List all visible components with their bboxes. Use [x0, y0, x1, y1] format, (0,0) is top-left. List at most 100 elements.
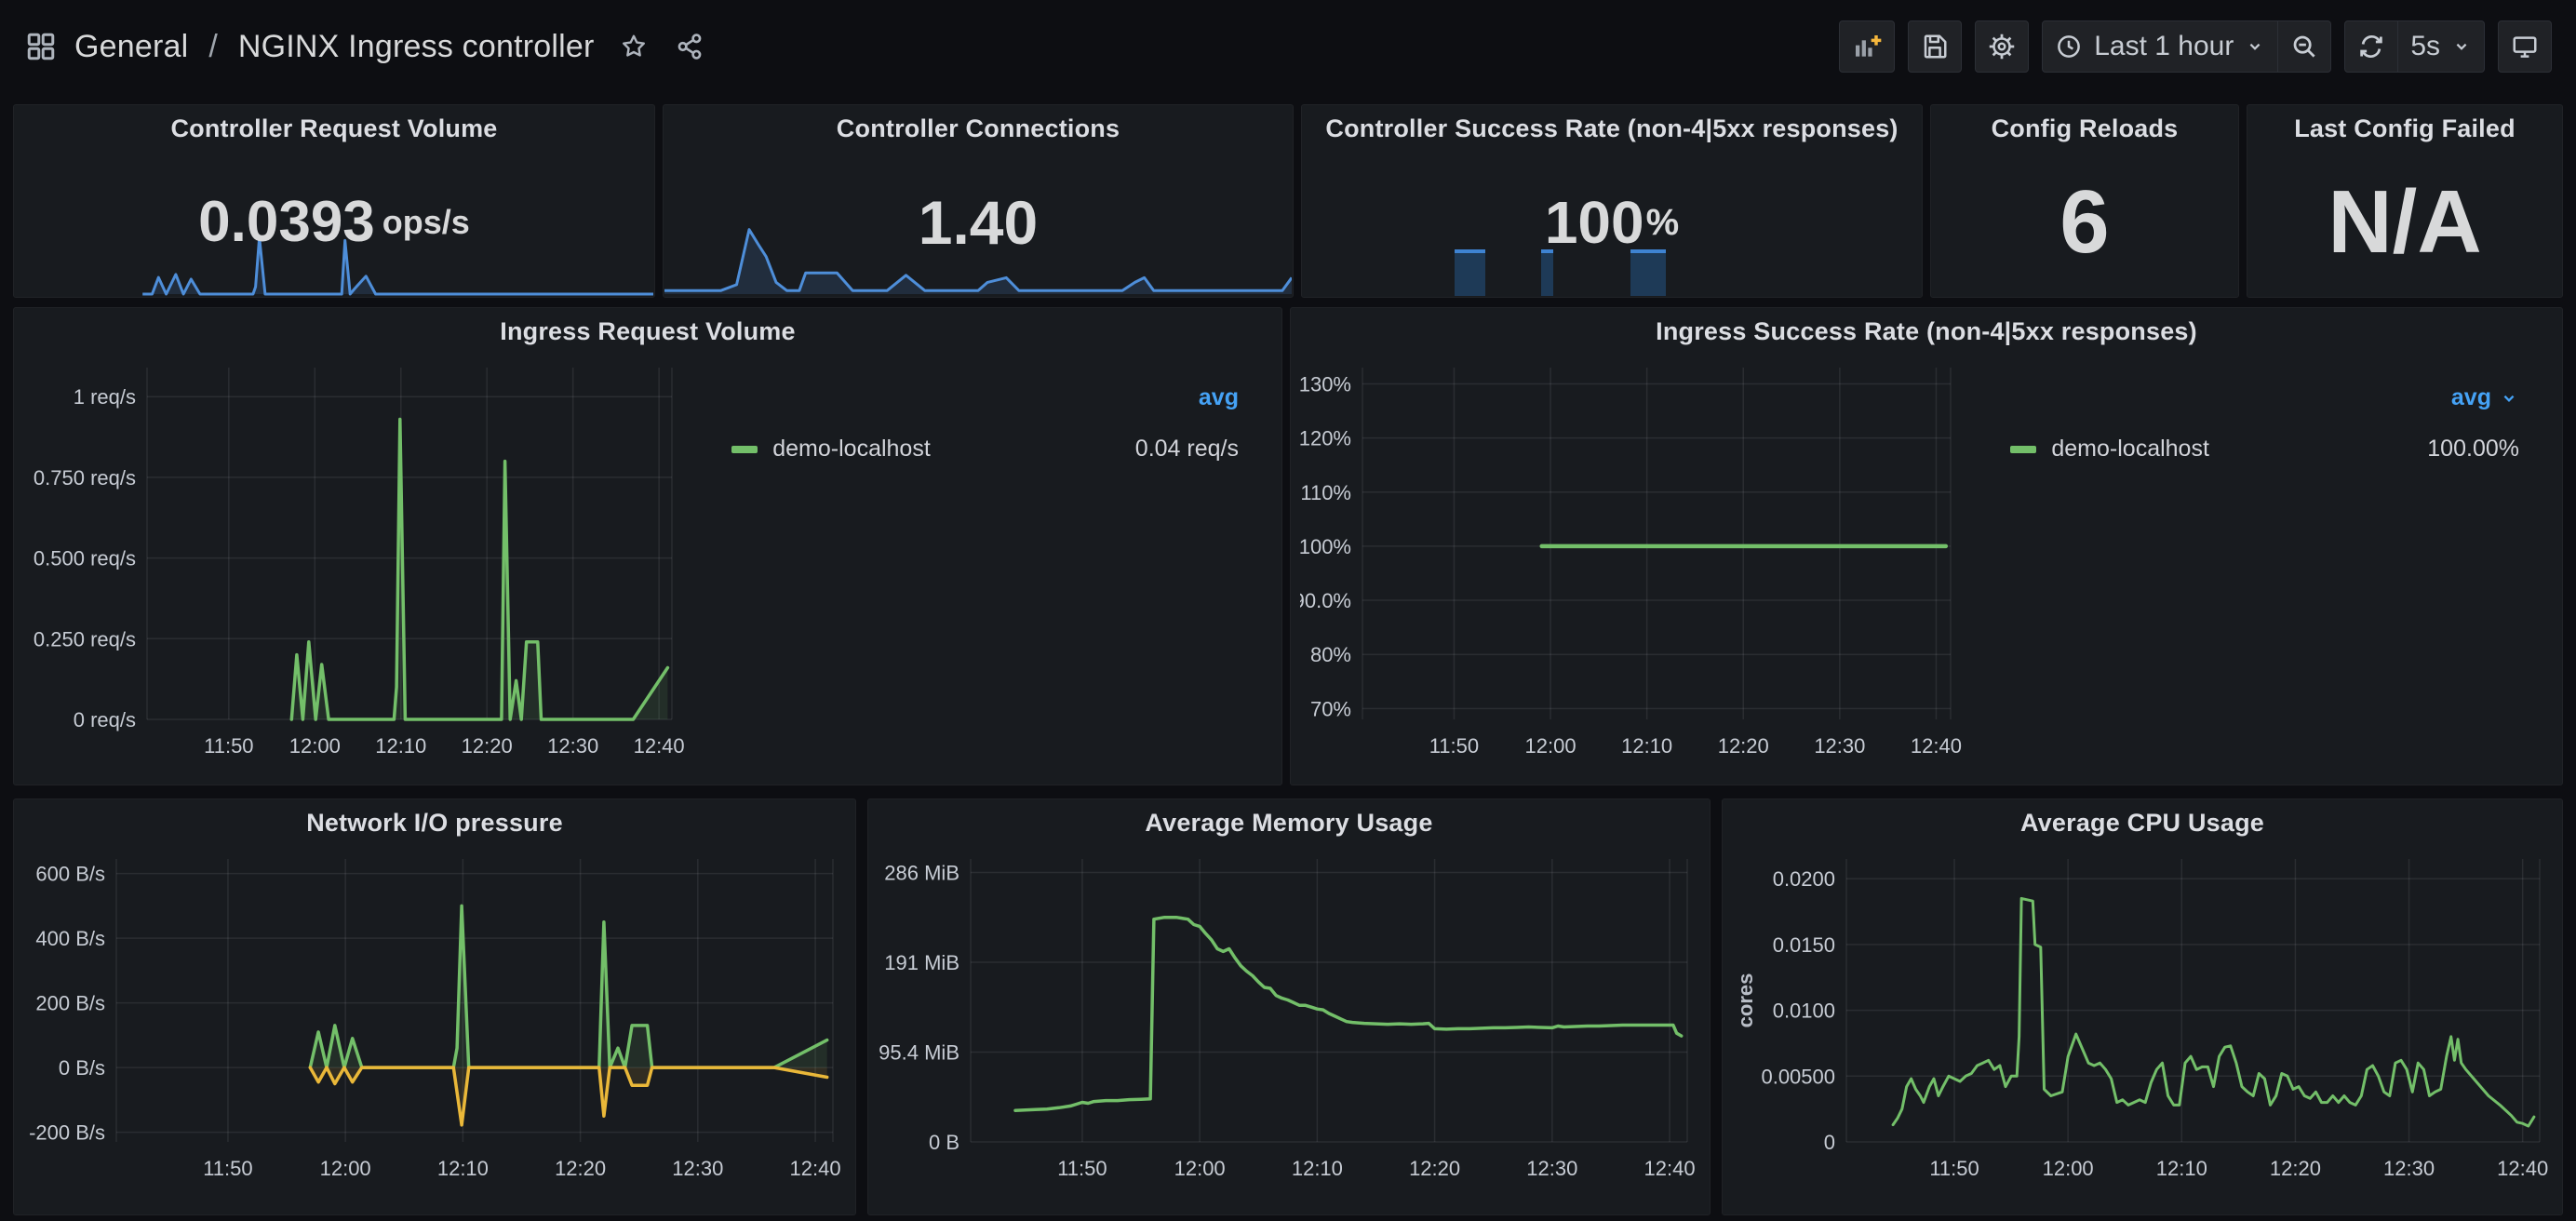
series-swatch — [731, 446, 758, 453]
refresh-controls: 5s — [2344, 20, 2485, 73]
panel-config-reloads: Config Reloads 6 — [1930, 104, 2239, 298]
grafana-dashboard: { "colors": { "green": "#73BF69", "yello… — [0, 0, 2576, 1221]
svg-text:11:50: 11:50 — [1929, 1157, 1979, 1180]
save-dashboard-button[interactable] — [1908, 20, 1962, 73]
svg-text:0.0150: 0.0150 — [1773, 933, 1835, 957]
svg-text:600 B/s: 600 B/s — [35, 863, 105, 886]
panel-title[interactable]: Average Memory Usage — [868, 809, 1710, 838]
svg-text:0.500 req/s: 0.500 req/s — [34, 547, 136, 570]
refresh-interval-picker[interactable]: 5s — [2398, 20, 2485, 73]
series-value: 0.04 req/s — [1135, 436, 1239, 463]
series-swatch — [2010, 446, 2036, 453]
svg-text:12:40: 12:40 — [634, 734, 685, 758]
time-range-label: Last 1 hour — [2094, 31, 2234, 62]
svg-text:400 B/s: 400 B/s — [35, 927, 105, 950]
stat-value: 100 % — [1302, 105, 1922, 297]
cycle-view-mode-button[interactable] — [2498, 20, 2552, 73]
panel-network-io-pressure: Network I/O pressure 11:5012:0012:1012:2… — [13, 798, 856, 1215]
breadcrumb-separator: / — [208, 29, 217, 65]
svg-text:130%: 130% — [1300, 372, 1351, 396]
clock-icon — [2055, 33, 2083, 60]
svg-text:80%: 80% — [1310, 643, 1351, 666]
svg-text:-200 B/s: -200 B/s — [29, 1121, 105, 1145]
stat-value: N/A — [2247, 105, 2562, 297]
svg-text:12:20: 12:20 — [462, 734, 513, 758]
svg-text:0.250 req/s: 0.250 req/s — [34, 627, 136, 651]
legend-row: demo-localhost 0.04 req/s — [731, 436, 1239, 463]
svg-text:12:00: 12:00 — [320, 1157, 371, 1180]
svg-text:12:10: 12:10 — [1292, 1157, 1343, 1180]
breadcrumb-folder[interactable]: General — [74, 29, 188, 65]
panel-title[interactable]: Network I/O pressure — [14, 809, 855, 838]
svg-text:12:40: 12:40 — [2497, 1157, 2548, 1180]
legend-aggregation-header[interactable]: avg — [2010, 384, 2519, 411]
svg-text:12:10: 12:10 — [375, 734, 426, 758]
panel-title[interactable]: Average CPU Usage — [1723, 809, 2562, 838]
add-panel-button[interactable] — [1839, 20, 1895, 73]
svg-text:286 MiB: 286 MiB — [884, 861, 959, 884]
svg-text:0.750 req/s: 0.750 req/s — [34, 466, 136, 490]
header: General / NGINX Ingress controller — [0, 0, 2576, 93]
panel-ingress-success-rate: Ingress Success Rate (non-4|5xx response… — [1290, 307, 2563, 785]
svg-text:0.0200: 0.0200 — [1773, 867, 1835, 891]
legend: avg demo-localhost 100.00% — [1964, 356, 2553, 764]
panel-title[interactable]: Ingress Request Volume — [14, 317, 1281, 346]
time-controls: Last 1 hour — [2042, 20, 2331, 73]
svg-text:70%: 70% — [1310, 697, 1351, 720]
stat-value: 0.0393 ops/s — [14, 105, 654, 297]
svg-text:12:40: 12:40 — [1644, 1157, 1696, 1180]
chevron-down-icon — [2245, 36, 2265, 57]
svg-text:12:20: 12:20 — [1409, 1157, 1460, 1180]
series-name[interactable]: demo-localhost — [772, 436, 931, 463]
panel-ingress-request-volume: Ingress Request Volume 11:5012:0012:1012… — [13, 307, 1282, 785]
ingress-success-rate-chart: 11:5012:0012:1012:2012:3012:40130%120%11… — [1300, 356, 1964, 764]
chevron-down-icon — [2451, 36, 2472, 57]
memory-usage-chart: 11:5012:0012:1012:2012:3012:40286 MiB191… — [878, 848, 1700, 1187]
legend-aggregation-header[interactable]: avg — [731, 384, 1239, 411]
svg-text:191 MiB: 191 MiB — [884, 951, 959, 974]
svg-text:0.00500: 0.00500 — [1761, 1065, 1835, 1088]
panel-controller-success-rate: Controller Success Rate (non-4|5xx respo… — [1301, 104, 1923, 298]
refresh-button[interactable] — [2344, 20, 2398, 73]
svg-text:90.0%: 90.0% — [1300, 589, 1351, 612]
panel-title[interactable]: Ingress Success Rate (non-4|5xx response… — [1291, 317, 2562, 346]
dashboards-grid-icon[interactable] — [24, 30, 58, 63]
series-name[interactable]: demo-localhost — [2051, 436, 2209, 463]
svg-text:12:40: 12:40 — [1911, 734, 1962, 758]
cpu-usage-chart: 11:5012:0012:1012:2012:3012:400.02000.01… — [1732, 848, 2553, 1187]
svg-text:95.4 MiB: 95.4 MiB — [879, 1040, 959, 1064]
star-icon[interactable] — [619, 32, 649, 61]
svg-text:0 req/s: 0 req/s — [74, 708, 136, 731]
panel-controller-connections: Controller Connections 1.40 — [663, 104, 1294, 298]
svg-text:0: 0 — [1824, 1131, 1835, 1154]
svg-text:12:30: 12:30 — [547, 734, 598, 758]
svg-text:11:50: 11:50 — [1429, 734, 1479, 758]
panel-average-memory-usage: Average Memory Usage 11:50 12:00 12:10 12:2… — [867, 798, 1711, 1215]
dashboard-settings-button[interactable] — [1975, 20, 2029, 73]
svg-text:12:10: 12:10 — [1621, 734, 1672, 758]
share-icon[interactable] — [675, 32, 704, 61]
svg-text:12:40: 12:40 — [790, 1157, 841, 1180]
svg-text:110%: 110% — [1300, 481, 1351, 504]
svg-text:11:50: 11:50 — [1057, 1157, 1107, 1180]
svg-text:0 B/s: 0 B/s — [59, 1056, 105, 1080]
svg-text:0.0100: 0.0100 — [1773, 1000, 1835, 1023]
svg-text:12:30: 12:30 — [2383, 1157, 2435, 1180]
zoom-out-button[interactable] — [2278, 20, 2331, 73]
refresh-interval-label: 5s — [2410, 31, 2440, 62]
svg-text:11:50: 11:50 — [203, 1157, 252, 1180]
svg-text:cores: cores — [1734, 973, 1757, 1028]
panel-average-cpu-usage: Average CPU Usage 11:5012:0012:1012:2012… — [1722, 798, 2563, 1215]
svg-text:12:00: 12:00 — [289, 734, 341, 758]
svg-text:12:00: 12:00 — [1525, 734, 1576, 758]
stat-value: 1.40 — [664, 105, 1293, 297]
svg-text:12:00: 12:00 — [1174, 1157, 1226, 1180]
svg-text:12:20: 12:20 — [1718, 734, 1769, 758]
legend: avg demo-localhost 0.04 req/s — [685, 356, 1272, 764]
panel-controller-request-volume: Controller Request Volume 0.0393 ops/s — [13, 104, 655, 298]
series-value: 100.00% — [2427, 436, 2519, 463]
time-range-picker[interactable]: Last 1 hour — [2042, 20, 2278, 73]
network-io-chart: 11:5012:0012:1012:2012:3012:40600 B/s400… — [23, 848, 846, 1187]
svg-text:200 B/s: 200 B/s — [35, 992, 105, 1015]
dashboard-title[interactable]: NGINX Ingress controller — [238, 29, 595, 65]
